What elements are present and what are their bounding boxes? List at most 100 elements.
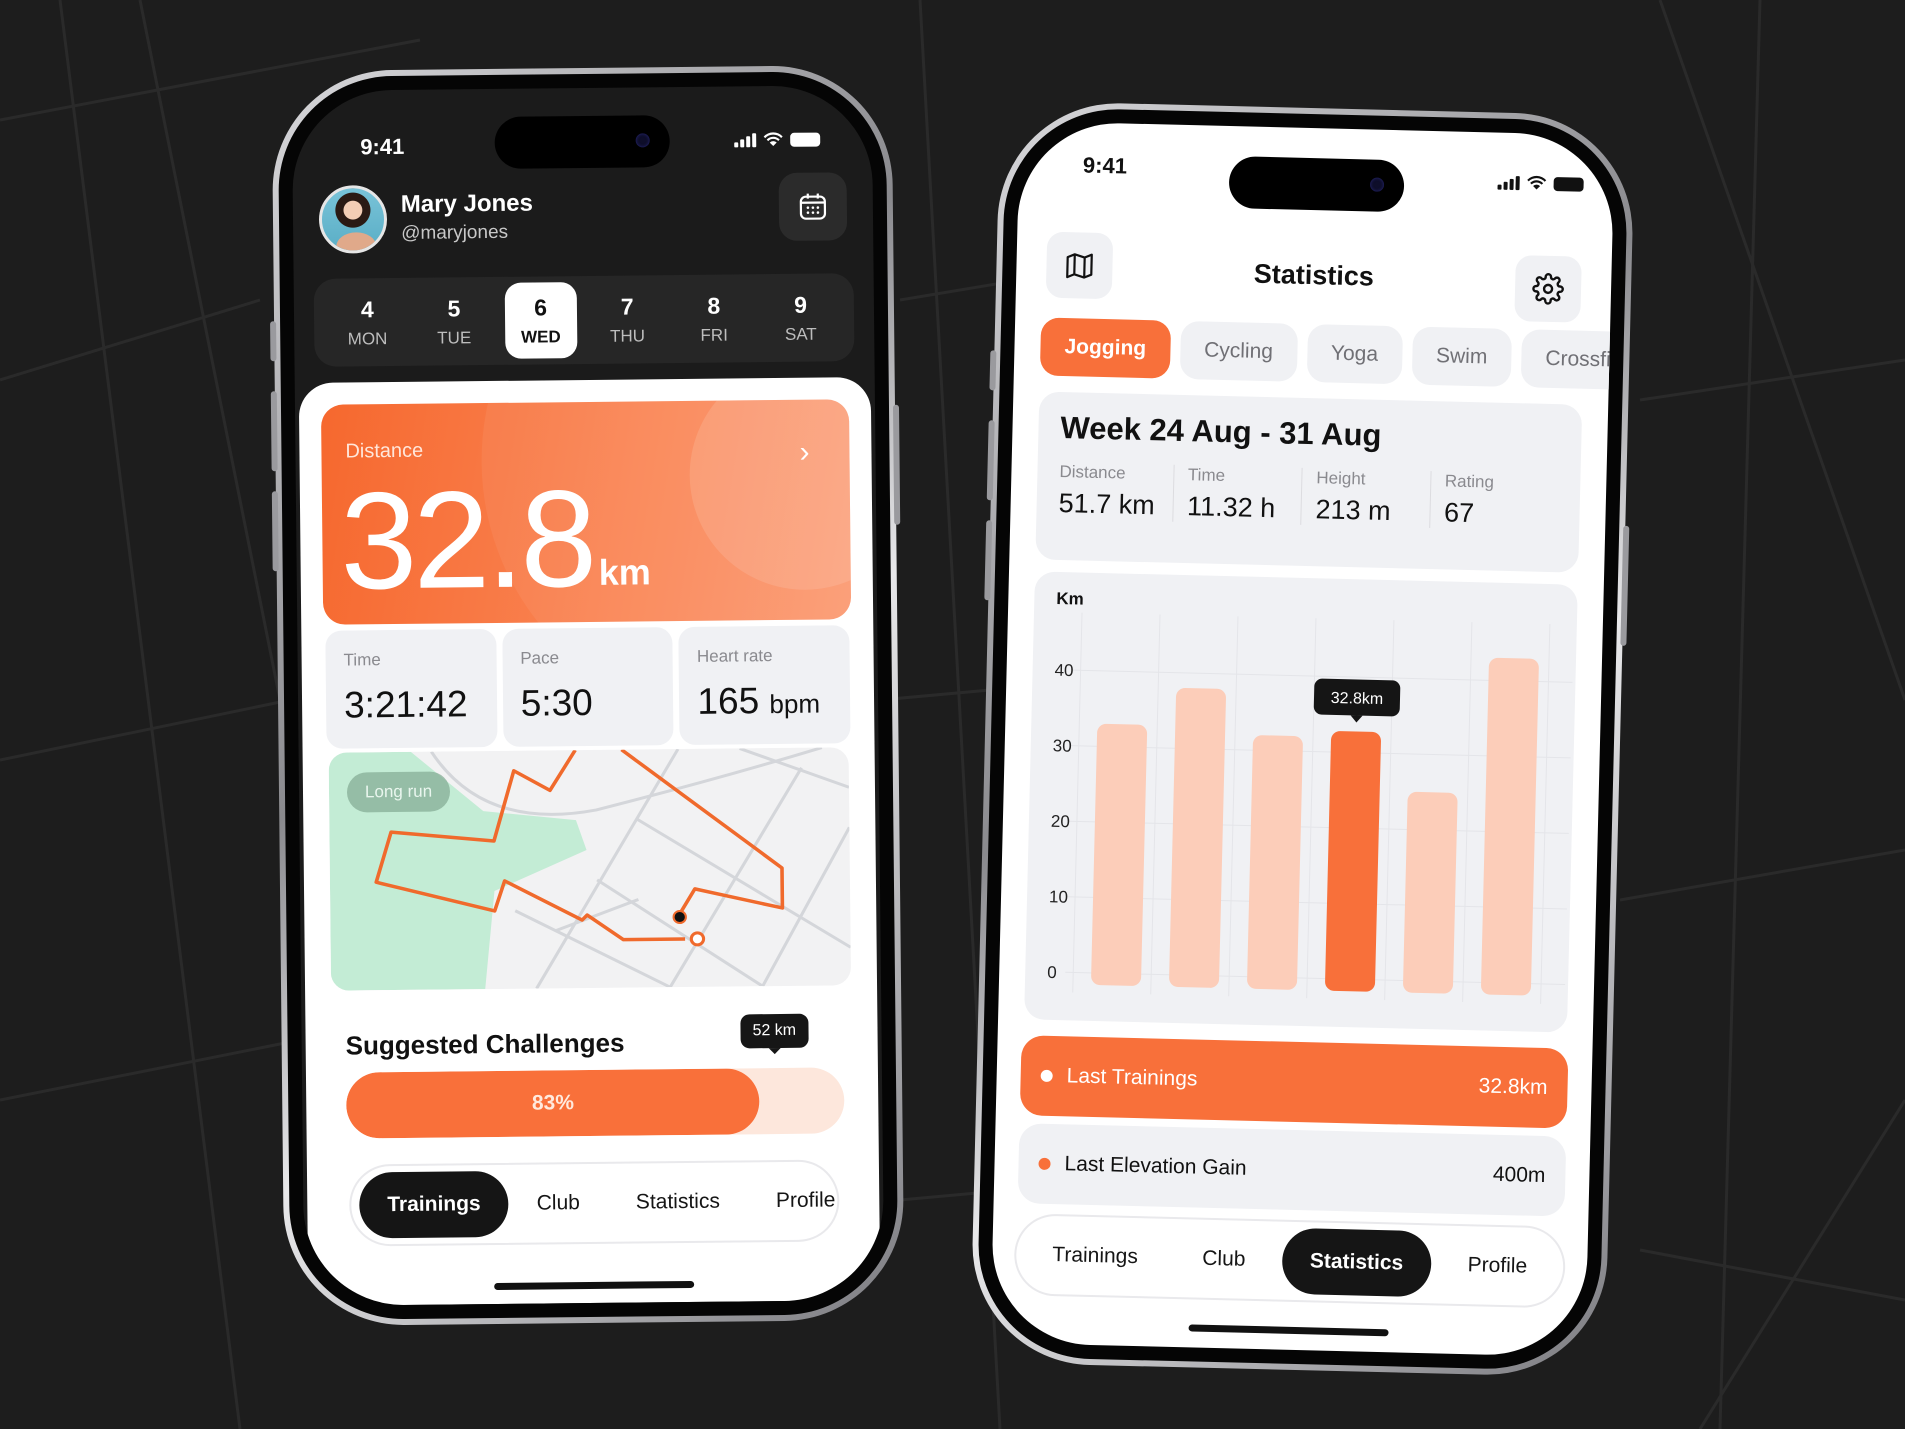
bar-3[interactable] [1247,735,1303,990]
bar-tooltip-label: 32.8km [1331,690,1384,708]
stat-label: Heart rate [696,646,773,666]
chip-swim[interactable]: Swim [1411,326,1513,387]
volume-up-button [986,420,995,501]
challenge-progress-fill: 83% [345,1068,760,1139]
week-stat-label: Time [1187,465,1226,486]
chip-jogging[interactable]: Jogging [1039,317,1171,379]
distance-card[interactable]: Distance › 32.8 km [320,399,852,625]
day-wed[interactable]: 6 WED [504,282,578,359]
item-label: Last Elevation Gain [1064,1152,1247,1180]
day-mon[interactable]: 4 MON [331,284,404,361]
challenge-target-tooltip: 52 km [740,1013,809,1049]
week-stat-value: 67 [1443,497,1475,529]
day-name: FRI [700,325,728,345]
week-stat-label: Height [1316,468,1366,489]
status-icons [734,132,821,148]
heart-rate-unit: bpm [769,688,821,720]
wifi-icon [1527,175,1547,190]
grid-line-vertical [1150,614,1161,995]
user-name: Mary Jones [400,189,534,218]
week-stat-value: 213 m [1315,494,1392,527]
week-stat-label: Distance [1059,461,1126,483]
page-title: Statistics [1253,258,1375,292]
status-time: 9:41 [360,133,405,160]
last-elevation-row[interactable]: Last Elevation Gain 400m [1017,1123,1567,1217]
day-name: WED [520,326,561,347]
y-tick-label: 10 [1049,887,1068,906]
bar-5[interactable] [1403,791,1458,994]
item-label: Last Trainings [1066,1064,1198,1091]
bar-6[interactable] [1481,657,1539,996]
y-tick-label: 0 [1047,963,1057,982]
grid-line-vertical [1072,612,1083,993]
route-start-marker [672,910,687,925]
day-number: 8 [707,292,721,319]
stat-value: 5:30 [520,681,593,724]
calendar-button[interactable] [778,172,848,241]
day-number: 4 [360,295,374,322]
bullet-icon [1038,1158,1051,1171]
bullet-icon [1040,1070,1053,1083]
day-sat[interactable]: 9 SAT [764,279,837,356]
y-axis-label: Km [1056,589,1084,609]
tab-club[interactable]: Club [508,1170,608,1237]
grid-line-vertical [1384,620,1395,1001]
chevron-right-icon[interactable]: › [799,436,809,470]
last-elevation-label: Last Elevation Gain [1038,1152,1247,1181]
gear-icon [1532,273,1564,305]
current-position-marker [689,931,706,947]
day-tue[interactable]: 5 TUE [418,283,491,360]
last-trainings-row[interactable]: Last Trainings 32.8km [1019,1035,1569,1129]
day-name: MON [347,328,388,348]
route-map[interactable]: Long run [328,747,852,991]
week-stat-value: 51.7 km [1058,487,1156,521]
avatar[interactable] [318,185,388,254]
side-button [270,321,277,362]
chip-crossfit[interactable]: Crossfi [1520,329,1615,390]
power-button [892,404,901,525]
day-number: 9 [793,291,808,318]
day-number: 5 [447,294,461,321]
phone-trainings: 9:41 Mary Jones @maryjones 4 MON 5 TUE 6 WE… [270,64,905,1327]
week-stats: Distance 51.7 km Time 11.32 h Height 213 m … [1058,461,1559,532]
bar-4[interactable] [1325,731,1381,992]
stat-label: Time [343,650,381,670]
week-stat-rating: Rating 67 [1428,471,1559,532]
grid-line-vertical [1306,618,1317,999]
week-stat-label: Rating [1444,471,1495,492]
week-title: Week 24 Aug - 31 Aug [1060,410,1382,453]
volume-down-button [271,491,279,572]
tab-statistics[interactable]: Statistics [608,1168,749,1235]
week-stat-value: 11.32 h [1186,491,1276,524]
bar-1[interactable] [1091,723,1148,986]
grid-line-vertical [1228,616,1239,997]
tab-profile[interactable]: Profile [748,1167,864,1234]
volume-up-button [270,391,278,472]
tab-trainings[interactable]: Trainings [1024,1221,1167,1290]
chip-yoga[interactable]: Yoga [1306,324,1403,385]
chip-cycling[interactable]: Cycling [1179,320,1298,382]
day-fri[interactable]: 8 FRI [678,280,751,357]
challenges-title: Suggested Challenges [345,1027,625,1061]
day-thu[interactable]: 7 THU [591,281,664,358]
camera-icon [1369,177,1384,192]
distance-value: 32.8 [339,461,594,619]
day-number: 7 [620,293,634,320]
bar-2[interactable] [1169,688,1226,988]
calendar-icon [799,193,827,220]
distance-label: Distance [345,439,424,463]
week-stat-height: Height 213 m [1300,467,1431,529]
wifi-icon [763,132,783,147]
tab-profile[interactable]: Profile [1439,1232,1556,1301]
bar-chart-svg: Km 0 10 20 30 40 32.8km [1047,589,1573,1004]
camera-icon [635,133,650,148]
challenge-progress-bar[interactable]: 83% [345,1067,845,1139]
tab-statistics[interactable]: Statistics [1281,1227,1433,1298]
home-indicator [1187,1324,1389,1337]
tab-club[interactable]: Club [1173,1225,1274,1293]
screen: 9:41 Statistics Jogging Cycling Yoga Swi… [990,120,1615,1358]
heart-rate-value: 165 [697,680,760,722]
tab-trainings[interactable]: Trainings [358,1170,510,1239]
stat-value: 165 bpm [697,679,832,722]
settings-button[interactable] [1514,255,1582,323]
